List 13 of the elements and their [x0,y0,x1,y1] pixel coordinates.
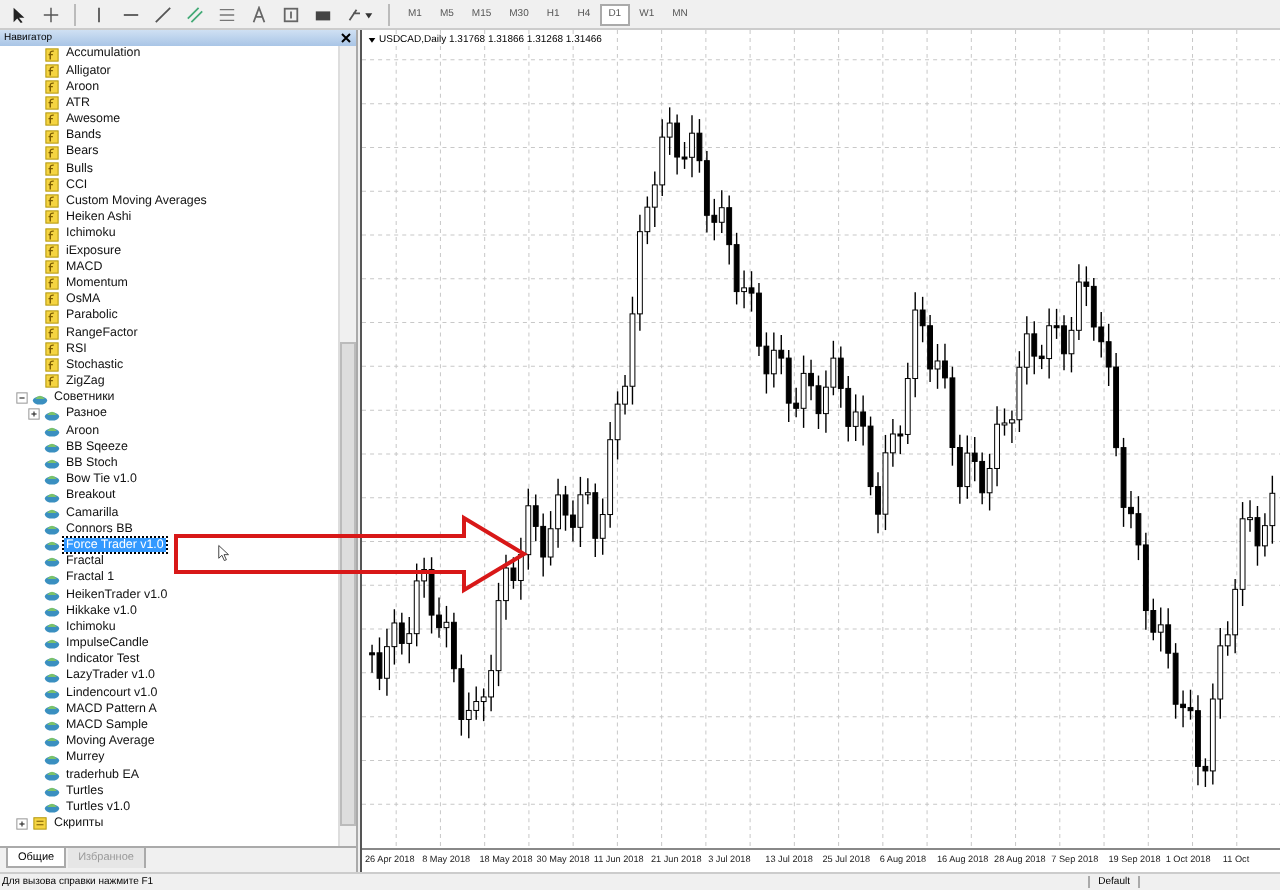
dropdown-icon[interactable] [367,36,375,44]
expander-icon[interactable] [16,817,28,830]
crosshair-icon[interactable] [38,3,64,25]
close-icon[interactable] [339,32,351,44]
trend-line-icon[interactable] [150,3,176,25]
fibonacci-icon[interactable] [214,3,240,25]
script-folder-icon [32,816,48,831]
expert-folder-icon [32,391,48,406]
scrollbar[interactable] [337,46,355,846]
expander-icon[interactable] [28,408,40,421]
label-icon[interactable] [278,3,304,25]
cursor-icon [218,544,230,562]
expander-icon[interactable] [16,392,28,405]
